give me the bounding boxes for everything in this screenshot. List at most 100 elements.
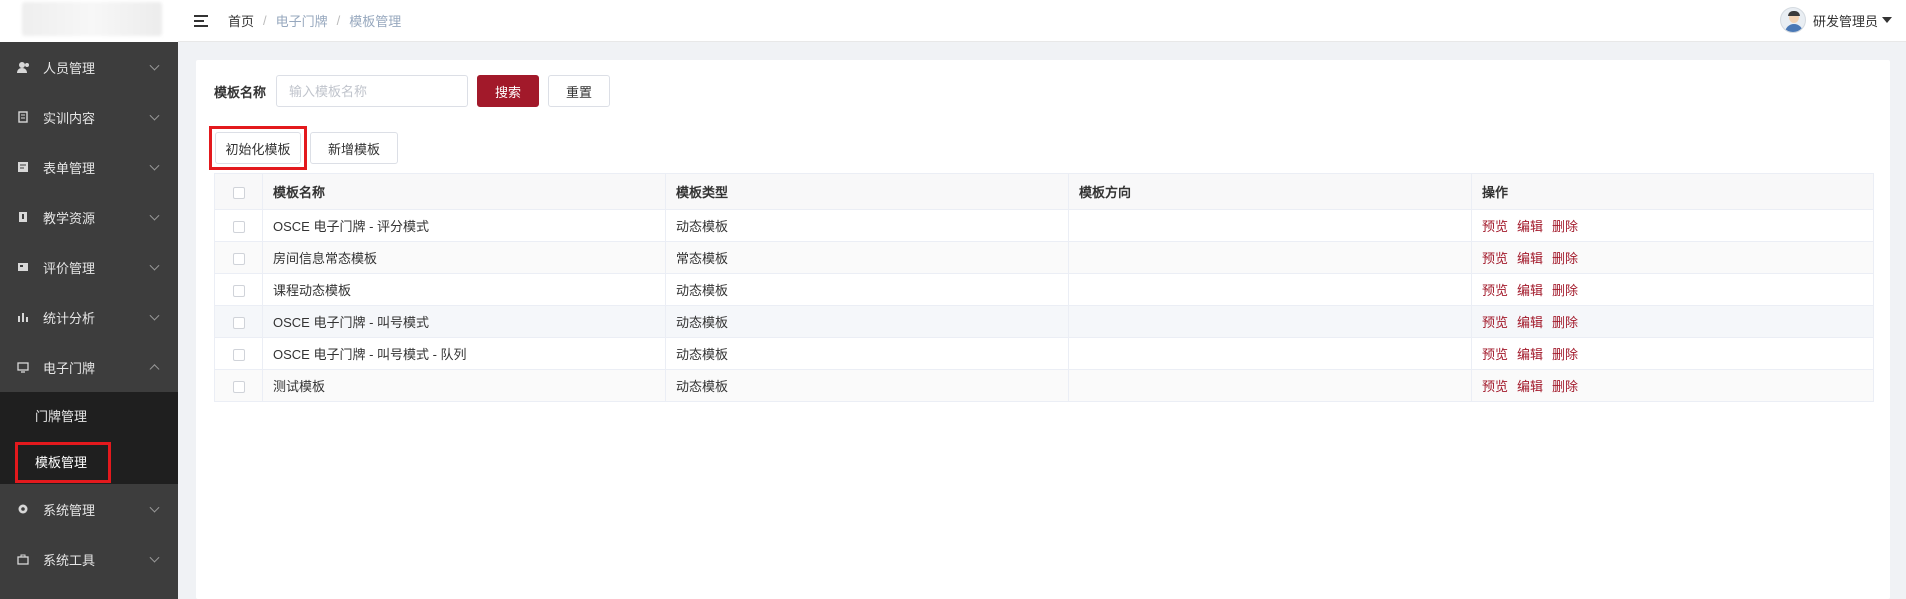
sidebar-item-label: 实训内容 (43, 110, 96, 126)
preview-link[interactable]: 预览 (1482, 283, 1508, 298)
cell-type: 动态模板 (665, 273, 1069, 306)
table-row: 测试模板 动态模板 预览 编辑 删除 (214, 369, 1874, 402)
action-bar: 初始化模板 新增模板 (209, 126, 398, 170)
preview-link[interactable]: 预览 (1482, 379, 1508, 394)
chevron-down-icon (149, 260, 160, 271)
table-row: OSCE 电子门牌 - 叫号模式 - 队列 动态模板 预览 编辑 删除 (214, 337, 1874, 370)
edit-link[interactable]: 编辑 (1517, 251, 1543, 266)
table-row: 课程动态模板 动态模板 预览 编辑 删除 (214, 273, 1874, 306)
row-checkbox[interactable] (232, 348, 245, 361)
chevron-down-icon (149, 110, 160, 121)
cell-type: 动态模板 (665, 209, 1069, 242)
form-icon (16, 160, 30, 174)
row-checkbox[interactable] (232, 380, 245, 393)
preview-link[interactable]: 预览 (1482, 347, 1508, 362)
main-card: 模板名称 搜索 重置 初始化模板 新增模板 模板名称 模板类型 模板方向 操作 (196, 60, 1890, 599)
delete-link[interactable]: 删除 (1552, 283, 1578, 298)
delete-link[interactable]: 删除 (1552, 347, 1578, 362)
row-checkbox[interactable] (232, 252, 245, 265)
sidebar-item-personnel[interactable]: 人员管理 (0, 42, 178, 92)
row-select-cell (214, 305, 263, 338)
chevron-down-icon (149, 210, 160, 221)
sidebar-item-system-management[interactable]: 系统管理 (0, 484, 178, 534)
preview-link[interactable]: 预览 (1482, 315, 1508, 330)
table-row: OSCE 电子门牌 - 评分模式 动态模板 预览 编辑 删除 (214, 209, 1874, 242)
cell-type: 动态模板 (665, 337, 1069, 370)
cell-actions: 预览 编辑 删除 (1471, 337, 1874, 370)
row-select-cell (214, 337, 263, 370)
cell-direction (1068, 273, 1472, 306)
sidebar-subitem-doorplate-management[interactable]: 门牌管理 (0, 392, 178, 438)
user-menu[interactable]: 研发管理员 (1779, 7, 1892, 33)
sidebar-item-label: 系统管理 (43, 502, 96, 518)
preview-link[interactable]: 预览 (1482, 219, 1508, 234)
chevron-down-icon (149, 160, 160, 171)
cell-direction (1068, 369, 1472, 402)
sidebar-item-forms[interactable]: 表单管理 (0, 142, 178, 192)
sidebar-item-label: 电子门牌 (43, 360, 96, 376)
cell-name: OSCE 电子门牌 - 叫号模式 - 队列 (262, 337, 666, 370)
evaluation-icon (16, 260, 30, 274)
menu-fold-icon[interactable] (194, 14, 210, 28)
sidebar-item-evaluation[interactable]: 评价管理 (0, 242, 178, 292)
breadcrumb-e-doorplate: 电子门牌 (275, 14, 328, 29)
edit-link[interactable]: 编辑 (1517, 219, 1543, 234)
template-name-input[interactable] (276, 75, 469, 107)
caret-down-icon (1882, 17, 1892, 23)
delete-link[interactable]: 删除 (1552, 379, 1578, 394)
column-header-direction: 模板方向 (1068, 173, 1472, 210)
chevron-down-icon (149, 552, 160, 563)
row-checkbox[interactable] (232, 316, 245, 329)
column-header-name: 模板名称 (262, 173, 666, 210)
sidebar-item-label: 系统工具 (43, 552, 96, 568)
sidebar-item-training[interactable]: 实训内容 (0, 92, 178, 142)
sidebar-item-resources[interactable]: 教学资源 (0, 192, 178, 242)
sidebar-item-label: 评价管理 (43, 260, 96, 276)
preview-link[interactable]: 预览 (1482, 251, 1508, 266)
sidebar-item-e-doorplate[interactable]: 电子门牌 (0, 342, 178, 392)
cell-name: 房间信息常态模板 (262, 241, 666, 274)
init-template-button[interactable]: 初始化模板 (215, 132, 301, 164)
chevron-down-icon (149, 502, 160, 513)
search-button[interactable]: 搜索 (477, 75, 540, 107)
cell-actions: 预览 编辑 删除 (1471, 209, 1874, 242)
row-select-cell (214, 369, 263, 402)
edit-link[interactable]: 编辑 (1517, 315, 1543, 330)
row-checkbox[interactable] (232, 284, 245, 297)
bar-chart-icon (16, 310, 30, 324)
sidebar-item-label: 表单管理 (43, 160, 96, 176)
breadcrumb: 首页 / 电子门牌 / 模板管理 (228, 11, 401, 30)
cell-actions: 预览 编辑 删除 (1471, 273, 1874, 306)
edit-link[interactable]: 编辑 (1517, 347, 1543, 362)
breadcrumb-separator: / (336, 13, 341, 28)
delete-link[interactable]: 删除 (1552, 315, 1578, 330)
breadcrumb-home[interactable]: 首页 (228, 11, 254, 30)
table-row: 房间信息常态模板 常态模板 预览 编辑 删除 (214, 241, 1874, 274)
cell-actions: 预览 编辑 删除 (1471, 241, 1874, 274)
user-icon (16, 60, 30, 74)
sidebar-subitem-template-management[interactable]: 模板管理 (0, 438, 178, 484)
cell-actions: 预览 编辑 删除 (1471, 369, 1874, 402)
toolbox-icon (16, 552, 30, 566)
select-all-checkbox[interactable] (232, 186, 245, 199)
delete-link[interactable]: 删除 (1552, 219, 1578, 234)
cell-direction (1068, 337, 1472, 370)
cell-direction (1068, 241, 1472, 274)
cell-name: 课程动态模板 (262, 273, 666, 306)
highlight-box-init-button: 初始化模板 (209, 126, 307, 170)
cell-actions: 预览 编辑 删除 (1471, 305, 1874, 338)
chevron-down-icon (149, 310, 160, 321)
cell-name: 测试模板 (262, 369, 666, 402)
edit-link[interactable]: 编辑 (1517, 283, 1543, 298)
edit-link[interactable]: 编辑 (1517, 379, 1543, 394)
delete-link[interactable]: 删除 (1552, 251, 1578, 266)
sidebar-item-statistics[interactable]: 统计分析 (0, 292, 178, 342)
sidebar: 人员管理 实训内容 表单管理 教学资源 评价管理 统计分析 电子门牌 门牌管理 … (0, 0, 178, 599)
reset-button[interactable]: 重置 (548, 75, 611, 107)
row-checkbox[interactable] (232, 220, 245, 233)
sidebar-item-system-tools[interactable]: 系统工具 (0, 534, 178, 584)
add-template-button[interactable]: 新增模板 (310, 132, 398, 164)
monitor-icon (16, 360, 30, 374)
breadcrumb-separator: / (263, 13, 267, 28)
table-row: OSCE 电子门牌 - 叫号模式 动态模板 预览 编辑 删除 (214, 305, 1874, 338)
